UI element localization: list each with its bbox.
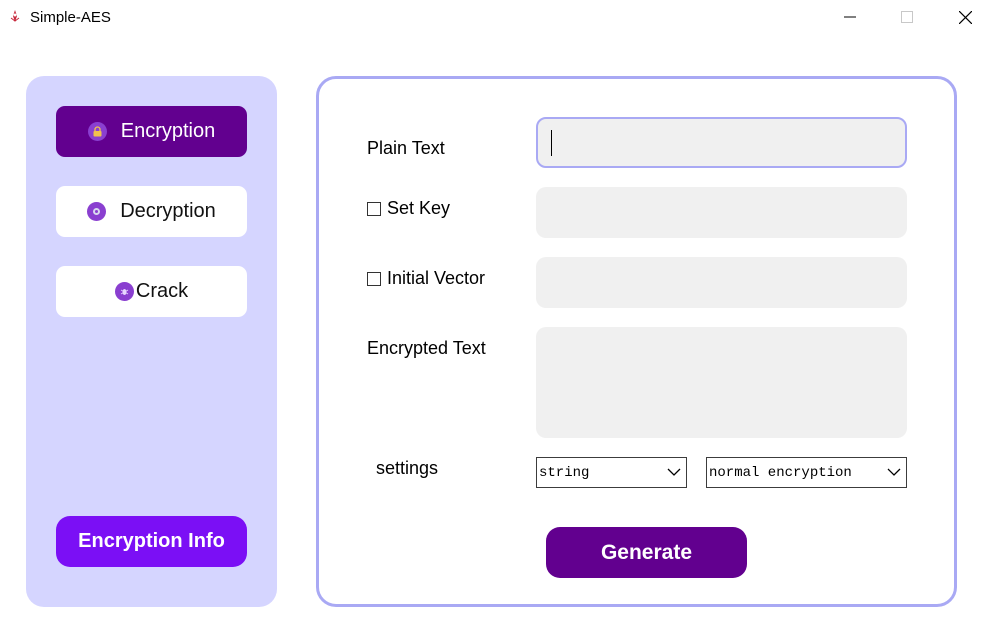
close-button[interactable]: [942, 0, 988, 34]
format-select[interactable]: string: [536, 457, 687, 488]
generate-button[interactable]: Generate: [546, 527, 747, 578]
sidebar-item-decryption[interactable]: Decryption: [56, 186, 247, 237]
set-key-label: Set Key: [387, 198, 451, 218]
chevron-down-icon: [667, 468, 681, 476]
minimize-icon: [844, 16, 856, 18]
format-select-value: string: [539, 464, 590, 481]
lock-icon: [87, 122, 107, 141]
initial-vector-label: Initial Vector: [387, 268, 486, 288]
encryption-info-button[interactable]: Encryption Info: [56, 516, 247, 567]
initial-vector-checkbox[interactable]: [367, 271, 381, 286]
sidebar-item-label: Encryption: [120, 120, 216, 142]
title-bar: Simple-AES: [0, 0, 995, 34]
encryption-panel: Plain Text Set Key Initial Vector Encryp…: [316, 76, 957, 607]
initial-vector-row: Initial Vector: [367, 268, 485, 289]
app-logo-icon: [10, 10, 20, 22]
mode-select-value: normal encryption: [709, 464, 852, 481]
maximize-button[interactable]: [884, 0, 930, 34]
minimize-button[interactable]: [827, 0, 873, 34]
maximize-icon: [901, 11, 913, 23]
set-key-row: Set Key: [367, 198, 450, 219]
close-icon: [958, 10, 972, 24]
key-input[interactable]: [536, 187, 907, 238]
encrypted-text-label: Encrypted Text: [367, 338, 486, 358]
mode-select[interactable]: normal encryption: [706, 457, 907, 488]
plain-text-label: Plain Text: [367, 138, 445, 158]
sidebar-item-crack[interactable]: Crack: [56, 266, 247, 317]
sidebar: Encryption Decryption Crack Encryption I: [26, 76, 277, 607]
text-caret: [551, 130, 552, 156]
initial-vector-input[interactable]: [536, 257, 907, 308]
window-title: Simple-AES: [30, 9, 111, 26]
app-window: Simple-AES Encryption Decryption Crack E…: [0, 0, 995, 636]
encrypted-text-output[interactable]: [536, 327, 907, 438]
bug-icon: [114, 282, 134, 301]
sidebar-item-label: Decryption: [120, 200, 216, 222]
set-key-checkbox[interactable]: [367, 201, 381, 216]
unlock-icon: [87, 202, 107, 221]
sidebar-item-label: Crack: [135, 280, 189, 302]
sidebar-item-encryption[interactable]: Encryption: [56, 106, 247, 157]
plain-text-input[interactable]: [536, 117, 907, 168]
chevron-down-icon: [887, 468, 901, 476]
settings-label: settings: [376, 458, 439, 478]
